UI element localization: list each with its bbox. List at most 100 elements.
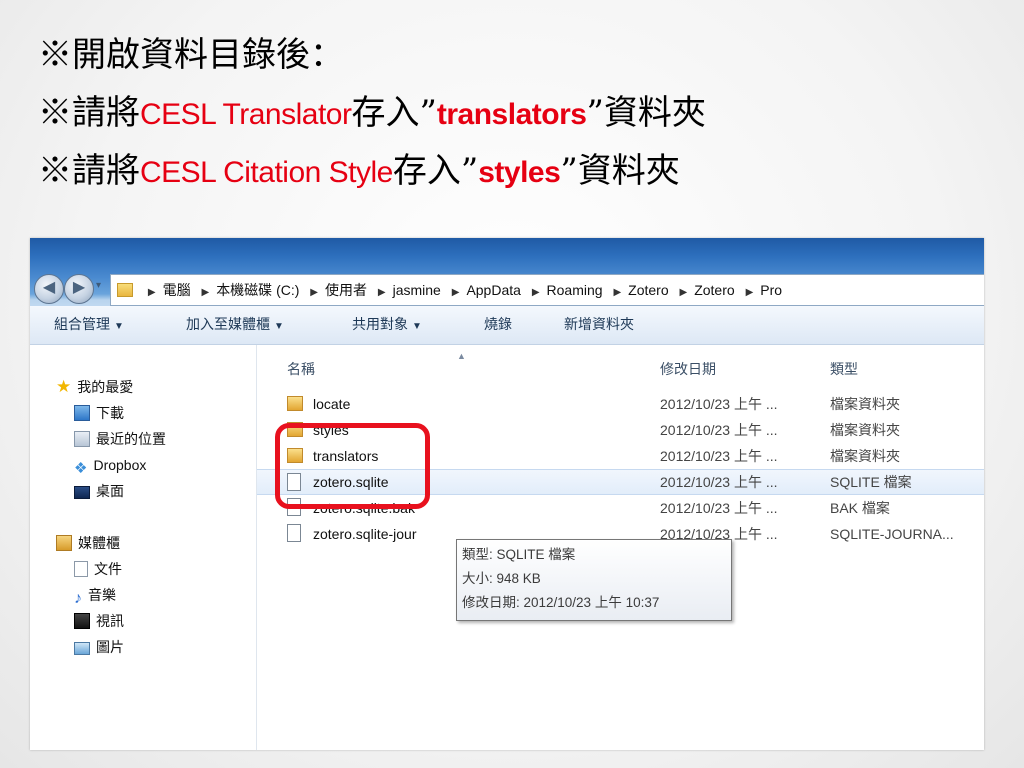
music-note-icon: ♪ — [74, 590, 82, 607]
heading-2-suffix: ”資料夾 — [586, 93, 706, 133]
chevron-right-icon[interactable]: ▶ — [310, 287, 318, 298]
file-date: 2012/10/23 上午 ... — [660, 474, 778, 490]
dropbox-icon: ❖ — [74, 460, 88, 477]
heading-3-prefix: ※請將 — [38, 151, 140, 191]
file-name: locate — [313, 396, 351, 412]
file-type: SQLITE 檔案 — [830, 474, 912, 490]
chevron-right-icon[interactable]: ▶ — [613, 287, 621, 298]
breadcrumb-item[interactable]: jasmine — [393, 282, 441, 298]
chevron-right-icon[interactable]: ▶ — [201, 287, 209, 298]
breadcrumb-item[interactable]: 電腦 — [163, 282, 191, 298]
heading-2-red-bold: translators — [436, 98, 587, 131]
breadcrumb-item[interactable]: Pro — [760, 282, 782, 298]
film-icon — [74, 613, 90, 629]
navigation-pane: ★ 我的最愛 下載 最近的位置 ❖ Dropbox 桌面 媒體櫃 文件 ♪ 音樂 視訊… — [30, 345, 257, 750]
column-header-name[interactable]: 名稱 — [287, 359, 315, 379]
document-icon — [74, 561, 88, 577]
tooltip-size: 大小: 948 KB — [462, 571, 541, 586]
file-date: 2012/10/23 上午 ... — [660, 422, 778, 438]
file-date: 2012/10/23 上午 ... — [660, 448, 778, 464]
breadcrumb-item[interactable]: AppData — [466, 282, 520, 298]
file-type: 檔案資料夾 — [830, 422, 900, 438]
nav-libraries[interactable]: 媒體櫃 — [56, 531, 120, 555]
file-name: zotero.sqlite-jour — [313, 526, 417, 542]
chevron-right-icon[interactable]: ▶ — [680, 287, 688, 298]
heading-2-red: CESL Translator — [140, 98, 352, 131]
tooltip-type: 類型: SQLITE 檔案 — [462, 547, 576, 562]
heading-line-3: ※請將CESL Citation Style存入”styles”資料夾 — [38, 142, 706, 200]
nav-recent-label: 最近的位置 — [96, 431, 166, 447]
breadcrumb-item[interactable]: 使用者 — [325, 282, 367, 298]
address-bar: ◀ ▶ ▾ ▶ 電腦 ▶ 本機磁碟 (C:) ▶ 使用者 ▶ jasmine ▶ AppD… — [30, 266, 984, 306]
nav-favorites[interactable]: ★ 我的最愛 — [56, 375, 133, 399]
nav-desktop[interactable]: 桌面 — [74, 479, 124, 503]
heading-line-1: ※開啟資料目錄後： — [38, 35, 344, 75]
breadcrumb-item[interactable]: 本機磁碟 (C:) — [216, 282, 299, 298]
nav-videos-label: 視訊 — [96, 613, 124, 629]
forward-button[interactable]: ▶ — [64, 274, 94, 304]
dropdown-arrow-icon: ▼ — [274, 321, 284, 332]
column-header-date[interactable]: 修改日期 — [660, 359, 716, 379]
chevron-right-icon[interactable]: ▶ — [148, 287, 156, 298]
organize-menu-button[interactable]: 組合管理 ▼ — [54, 306, 124, 345]
command-bar: 組合管理 ▼ 加入至媒體櫃 ▼ 共用對象 ▼ 燒錄 新增資料夾 — [30, 306, 984, 345]
breadcrumb[interactable]: ▶ 電腦 ▶ 本機磁碟 (C:) ▶ 使用者 ▶ jasmine ▶ AppData ▶ R… — [110, 274, 984, 306]
nav-dropbox-label: Dropbox — [93, 457, 147, 473]
heading-2-mid: 存入” — [351, 93, 437, 133]
nav-videos[interactable]: 視訊 — [74, 609, 124, 633]
add-to-library-label: 加入至媒體櫃 — [186, 316, 270, 332]
explorer-window: ◀ ▶ ▾ ▶ 電腦 ▶ 本機磁碟 (C:) ▶ 使用者 ▶ jasmine ▶ AppD… — [30, 238, 984, 750]
history-dropdown-icon[interactable]: ▾ — [96, 280, 101, 291]
file-type: SQLITE-JOURNA... — [830, 526, 954, 542]
folder-icon — [117, 283, 133, 297]
sort-ascending-icon: ▲ — [457, 351, 466, 361]
heading-line-2: ※請將CESL Translator存入”translators”資料夾 — [38, 84, 706, 142]
highlight-box — [275, 423, 430, 509]
chevron-right-icon[interactable]: ▶ — [746, 287, 754, 298]
burn-button[interactable]: 燒錄 — [484, 306, 512, 342]
nav-libraries-label: 媒體櫃 — [78, 535, 120, 551]
breadcrumb-item[interactable]: Roaming — [547, 282, 603, 298]
dropdown-arrow-icon: ▼ — [114, 321, 124, 332]
libraries-icon — [56, 535, 72, 551]
slide-heading: ※開啟資料目錄後： ※請將CESL Translator存入”translato… — [38, 26, 706, 200]
nav-recent[interactable]: 最近的位置 — [74, 427, 166, 451]
new-folder-button[interactable]: 新增資料夾 — [564, 306, 634, 342]
folder-icon — [287, 396, 303, 411]
share-button[interactable]: 共用對象 ▼ — [352, 306, 422, 345]
file-tooltip: 類型: SQLITE 檔案 大小: 948 KB 修改日期: 2012/10/2… — [456, 539, 732, 621]
add-to-library-button[interactable]: 加入至媒體櫃 ▼ — [186, 306, 284, 345]
heading-2-prefix: ※請將 — [38, 93, 140, 133]
desktop-icon — [74, 486, 90, 499]
file-type: BAK 檔案 — [830, 500, 890, 516]
recent-places-icon — [74, 431, 90, 447]
nav-downloads-label: 下載 — [96, 405, 124, 421]
organize-label: 組合管理 — [54, 316, 110, 332]
nav-music-label: 音樂 — [88, 587, 116, 603]
tooltip-modified: 修改日期: 2012/10/23 上午 10:37 — [462, 595, 660, 610]
share-label: 共用對象 — [352, 316, 408, 332]
nav-pictures-label: 圖片 — [96, 639, 124, 655]
nav-music[interactable]: ♪ 音樂 — [74, 583, 116, 607]
chevron-right-icon[interactable]: ▶ — [532, 287, 540, 298]
breadcrumb-item[interactable]: Zotero — [694, 282, 734, 298]
nav-desktop-label: 桌面 — [96, 483, 124, 499]
chevron-right-icon[interactable]: ▶ — [378, 287, 386, 298]
nav-pictures[interactable]: 圖片 — [74, 635, 124, 659]
nav-favorites-label: 我的最愛 — [77, 379, 134, 395]
heading-3-mid: 存入” — [392, 151, 479, 191]
chevron-right-icon[interactable]: ▶ — [452, 287, 460, 298]
heading-3-red: CESL Citation Style — [140, 156, 393, 189]
star-icon: ★ — [56, 377, 72, 396]
nav-documents[interactable]: 文件 — [74, 557, 122, 581]
column-header-type[interactable]: 類型 — [830, 359, 858, 379]
nav-documents-label: 文件 — [94, 561, 122, 577]
downloads-folder-icon — [74, 405, 90, 421]
heading-3-red-bold: styles — [478, 156, 561, 189]
breadcrumb-item[interactable]: Zotero — [628, 282, 668, 298]
dropdown-arrow-icon: ▼ — [412, 321, 422, 332]
back-button[interactable]: ◀ — [34, 274, 64, 304]
nav-dropbox[interactable]: ❖ Dropbox — [74, 453, 146, 477]
file-row[interactable]: locate 2012/10/23 上午 ... 檔案資料夾 — [257, 391, 984, 417]
nav-downloads[interactable]: 下載 — [74, 401, 124, 425]
